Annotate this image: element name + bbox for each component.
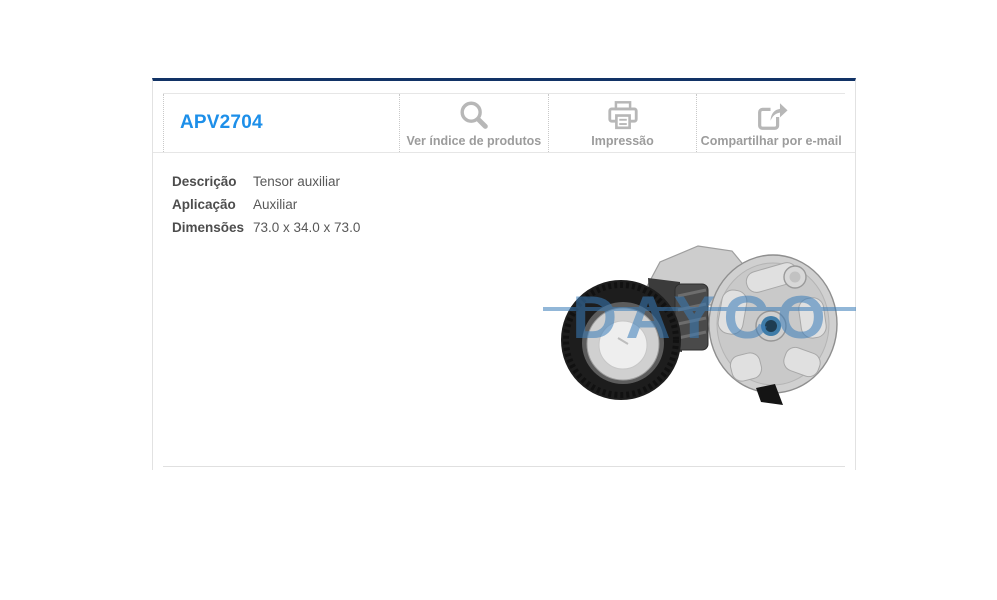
part-number-cell: APV2704 [163,94,399,152]
attribute-label: Aplicação [172,197,236,212]
share-icon [754,99,788,132]
attribute-value: Auxiliar [253,197,298,212]
bottom-divider [163,466,845,467]
attribute-value: Tensor auxiliar [253,174,341,189]
attribute-label: Descrição [172,174,237,189]
share-by-email-button[interactable]: Compartilhar por e-mail [696,94,845,152]
share-by-email-label: Compartilhar por e-mail [700,134,842,148]
search-icon [457,99,491,132]
view-product-index-label: Ver índice de produtos [406,134,542,148]
attribute-label: Dimensões [172,220,245,235]
print-label: Impressão [591,134,654,148]
product-attributes: Descrição Tensor auxiliar Aplicação Auxi… [172,170,855,239]
page-title: APV2704 [180,112,263,133]
attribute-row-description: Descrição Tensor auxiliar [172,170,855,193]
header-band: APV2704 Ver índice de produtos Impressão… [153,93,855,153]
attribute-value: 73.0 x 34.0 x 73.0 [253,220,361,235]
tensioner-illustration: DAYCO [543,245,856,405]
header-row: APV2704 Ver índice de produtos Impressão… [163,93,845,152]
attribute-row-dimensions: Dimensões 73.0 x 34.0 x 73.0 [172,216,855,239]
dayco-watermark: DAYCO [572,284,834,351]
product-photo: DAYCO [543,238,858,410]
view-product-index-button[interactable]: Ver índice de produtos [399,94,548,152]
print-button[interactable]: Impressão [547,94,697,152]
printer-icon [606,99,640,132]
attribute-row-application: Aplicação Auxiliar [172,193,855,216]
